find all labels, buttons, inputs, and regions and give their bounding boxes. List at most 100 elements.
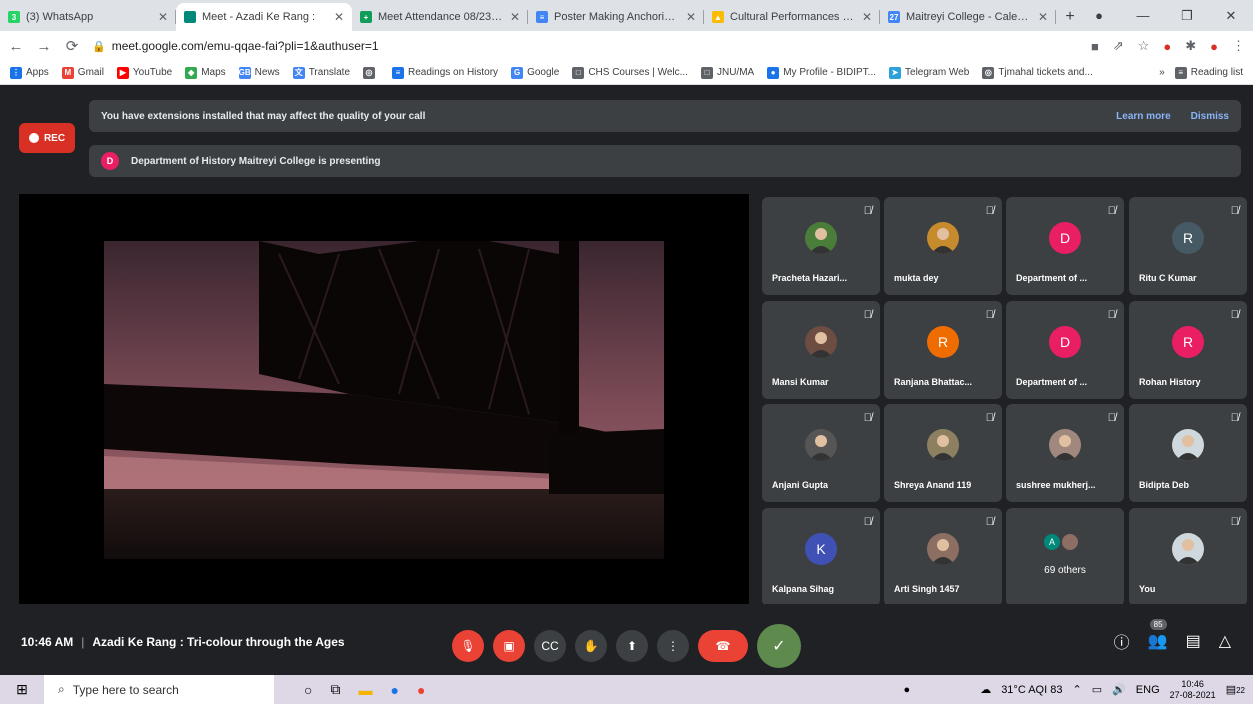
bookmark-item[interactable]: ≡ Readings on History <box>392 66 498 79</box>
close-window-icon[interactable]: ✕ <box>1209 8 1253 24</box>
learn-more-link[interactable]: Learn more <box>1116 111 1170 122</box>
captions-button[interactable]: CC <box>534 630 566 662</box>
tab-close-icon[interactable]: ✕ <box>1038 10 1048 24</box>
extension-icon[interactable]: ● <box>1163 39 1171 54</box>
mic-muted-icon: 🎙̸ <box>863 516 872 528</box>
dismiss-button[interactable]: Dismiss <box>1191 111 1229 122</box>
tab-close-icon[interactable]: ✕ <box>686 10 696 24</box>
bookmark-item[interactable]: ▶ YouTube <box>116 66 172 79</box>
cortana-icon[interactable]: ○ <box>304 682 312 698</box>
camera-icon[interactable]: ■ <box>1091 39 1099 54</box>
edge-icon[interactable]: ● <box>390 682 398 698</box>
participant-tile[interactable]: 🎙̸ R Ranjana Bhattac... <box>884 301 1002 399</box>
tray-app-icon[interactable]: ● <box>904 684 911 696</box>
info-icon[interactable]: ⓘ <box>1114 629 1130 653</box>
puzzle-icon[interactable]: ✱ <box>1185 38 1196 54</box>
back-icon[interactable]: ← <box>8 38 24 55</box>
bookmark-item[interactable]: ◎ <box>363 66 379 79</box>
mic-muted-icon: 🎙̸ <box>1230 309 1239 321</box>
participant-tile[interactable]: 🎙̸ Pracheta Hazari... <box>762 197 880 295</box>
minimize-icon[interactable]: — <box>1121 8 1165 23</box>
task-view-icon[interactable]: ⧉ <box>330 681 340 698</box>
lang-indicator[interactable]: ENG <box>1136 684 1160 696</box>
participant-tile[interactable]: 🎙̸ R Ritu C Kumar <box>1129 197 1247 295</box>
tab-close-icon[interactable]: ✕ <box>158 10 168 24</box>
tab-close-icon[interactable]: ✕ <box>510 10 520 24</box>
bookmark-label: Google <box>527 67 560 78</box>
menu-icon[interactable]: ⋮ <box>1232 38 1245 54</box>
participant-tile[interactable]: 🎙̸ mukta dey <box>884 197 1002 295</box>
share-icon[interactable]: ⇗ <box>1113 38 1124 54</box>
participant-tile[interactable]: 🎙̸ Bidipta Deb <box>1129 404 1247 502</box>
tab-close-icon[interactable]: ✕ <box>334 10 344 24</box>
bookmark-icon: GB <box>238 66 251 79</box>
bookmark-item[interactable]: ◎ Tjmahal tickets and... <box>982 66 1093 79</box>
browser-tab[interactable]: Meet - Azadi Ke Rang : ✕ <box>176 3 352 31</box>
more-options-button[interactable]: ⋮ <box>657 630 689 662</box>
activities-icon[interactable]: △ <box>1219 631 1231 651</box>
people-button[interactable]: 85 👥 <box>1148 619 1168 651</box>
bookmark-item[interactable]: M Gmail <box>61 66 104 79</box>
bookmark-item[interactable]: □ CHS Courses | Welc... <box>572 66 688 79</box>
present-button[interactable]: ⬆ <box>616 630 648 662</box>
participant-tile[interactable]: 🎙̸ Arti Singh 1457 <box>884 508 1002 606</box>
bookmark-item[interactable]: □ JNU/MA <box>700 66 754 79</box>
browser-tab[interactable]: + Meet Attendance 08/23/202 ✕ <box>352 3 528 31</box>
bookmark-item[interactable]: ● My Profile - BIDIPT... <box>767 66 876 79</box>
volume-icon[interactable]: 🔊 <box>1112 683 1126 696</box>
url-field[interactable]: 🔒 meet.google.com/emu-qqae-fai?pli=1&aut… <box>92 39 1079 53</box>
profile-icon[interactable]: ● <box>1077 8 1121 23</box>
participant-tile[interactable]: 🎙̸ R Rohan History <box>1129 301 1247 399</box>
lock-icon[interactable]: 🔒 <box>92 40 106 53</box>
profile-avatar[interactable]: ● <box>1210 39 1218 54</box>
chat-icon[interactable]: ▤ <box>1186 631 1201 651</box>
star-icon[interactable]: ☆ <box>1138 38 1150 54</box>
browser-tab[interactable]: 3 (3) WhatsApp ✕ <box>0 3 176 31</box>
weather-text[interactable]: 31°C AQI 83 <box>1001 684 1062 696</box>
participant-tile[interactable]: 🎙̸ Anjani Gupta <box>762 404 880 502</box>
browser-tab[interactable]: ≡ Poster Making Anchoring - ✕ <box>528 3 704 31</box>
bookmark-item[interactable]: ➤ Telegram Web <box>889 66 969 79</box>
taskbar-search[interactable]: ⌕ Type here to search <box>44 675 274 704</box>
bookmark-icon: ◆ <box>185 66 198 79</box>
bookmark-icon: ➤ <box>889 66 902 79</box>
browser-tab[interactable]: 27 Maitreyi College - Calendar ✕ <box>880 3 1056 31</box>
confirm-button[interactable]: ✓ <box>757 624 801 668</box>
chrome-icon[interactable]: ● <box>417 682 425 698</box>
participant-tile[interactable]: 🎙̸ Mansi Kumar <box>762 301 880 399</box>
extension-warning-banner: You have extensions installed that may a… <box>89 100 1241 132</box>
raise-hand-button[interactable]: ✋ <box>575 630 607 662</box>
participant-name: Mansi Kumar <box>772 377 829 387</box>
reload-icon[interactable]: ⟳ <box>64 37 80 55</box>
network-icon[interactable]: ▭ <box>1092 683 1102 696</box>
bookmark-item[interactable]: GB News <box>238 66 280 79</box>
tab-close-icon[interactable]: ✕ <box>862 10 872 24</box>
notification-icon[interactable]: ▤22 <box>1226 683 1245 696</box>
maximize-icon[interactable]: ❐ <box>1165 8 1209 24</box>
windows-start-icon[interactable]: ⊞ <box>0 681 44 698</box>
more-bookmarks-icon[interactable]: » <box>1159 67 1165 78</box>
bookmark-icon: ◎ <box>982 66 995 79</box>
bookmark-item[interactable]: ◆ Maps <box>185 66 226 79</box>
bookmark-item[interactable]: G Google <box>511 66 560 79</box>
participant-avatar: D <box>1049 222 1081 254</box>
camera-off-button[interactable]: ▣ <box>493 630 525 662</box>
participant-tile[interactable]: 🎙̸ sushree mukherj... <box>1006 404 1124 502</box>
leave-call-button[interactable]: ☎ <box>698 630 748 662</box>
clock[interactable]: 10:46 27-08-2021 <box>1170 679 1216 701</box>
participant-tile[interactable]: 🎙̸ D Department of ... <box>1006 197 1124 295</box>
file-explorer-icon[interactable]: ▬ <box>358 682 372 698</box>
bookmark-item[interactable]: ⋮ Apps <box>10 66 49 79</box>
mic-off-button[interactable]: 🎙 <box>452 630 484 662</box>
participant-tile[interactable]: 🎙̸ K Kalpana Sihag <box>762 508 880 606</box>
reading-list-button[interactable]: ≡ Reading list <box>1174 66 1243 79</box>
participant-tile[interactable]: 🎙̸ You <box>1129 508 1247 606</box>
browser-tab[interactable]: ▲ Cultural Performances ; Aza ✕ <box>704 3 880 31</box>
tray-expand-icon[interactable]: ⌃ <box>1072 683 1081 696</box>
forward-icon[interactable]: → <box>36 38 52 55</box>
participant-tile[interactable]: A 69 others <box>1006 508 1124 606</box>
bookmark-item[interactable]: 文 Translate <box>292 66 350 79</box>
participant-tile[interactable]: 🎙̸ Shreya Anand 119 <box>884 404 1002 502</box>
participant-tile[interactable]: 🎙̸ D Department of ... <box>1006 301 1124 399</box>
tab-favicon-icon: ≡ <box>536 11 548 23</box>
